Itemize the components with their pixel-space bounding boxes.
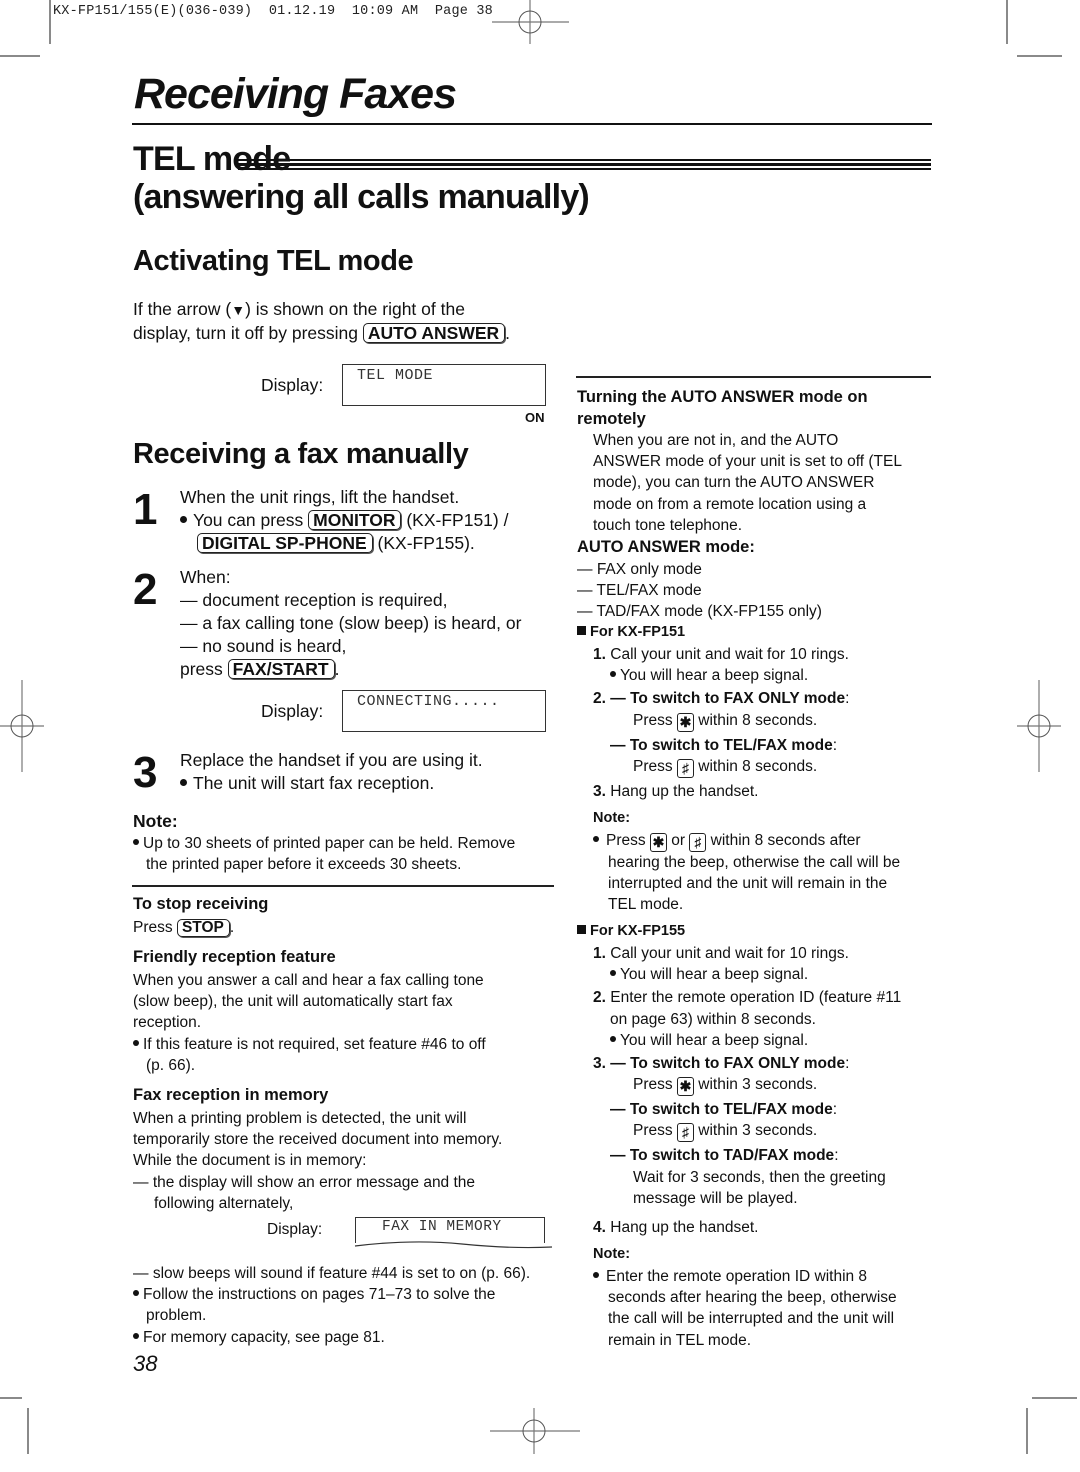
- fp151-steps: 1. Call your unit and wait for 10 rings.…: [593, 646, 850, 800]
- remote-intro: When you are not in, and the AUTO ANSWER…: [593, 432, 902, 534]
- friendly-text: When you answer a call and hear a fax ca…: [133, 972, 486, 1074]
- fax-start-key: FAX/START: [227, 659, 335, 679]
- stop-key: STOP: [176, 919, 230, 937]
- crop-mark: [1032, 1397, 1077, 1399]
- lcd-display: CONNECTING.....: [342, 690, 546, 732]
- remote-heading: Turning the AUTO ANSWER mode on remotely: [577, 388, 868, 428]
- step-number: 1: [133, 485, 158, 534]
- auto-answer-modes-heading: AUTO ANSWER mode:: [577, 538, 755, 556]
- column-divider: [132, 885, 554, 887]
- hash-key-icon: ♯: [689, 833, 707, 852]
- fp155-note: Enter the remote operation ID within 8 s…: [593, 1266, 897, 1351]
- memory-text: When a printing problem is detected, the…: [133, 1110, 503, 1212]
- list-item: — TEL/FAX mode: [577, 582, 702, 600]
- bullet-icon: [133, 1290, 139, 1297]
- section-subtitle: (answering all calls manually): [133, 178, 590, 216]
- registration-mark-icon: [1017, 680, 1061, 772]
- registration-mark-icon: [492, 0, 569, 44]
- memory-notes: — slow beeps will sound if feature #44 i…: [133, 1265, 531, 1346]
- activating-heading: Activating TEL mode: [133, 245, 414, 277]
- square-bullet-icon: [577, 925, 586, 934]
- display-label: Display:: [261, 701, 324, 721]
- step-1-text: When the unit rings, lift the handset. Y…: [180, 487, 509, 553]
- title-divider: [132, 123, 932, 125]
- star-key-icon: ✱: [649, 833, 667, 852]
- crop-mark: [0, 55, 40, 57]
- square-bullet-icon: [577, 626, 586, 635]
- bullet-icon: [610, 671, 616, 678]
- column-divider: [576, 376, 931, 378]
- memory-heading: Fax reception in memory: [133, 1086, 329, 1104]
- page-title: Receiving Faxes: [134, 70, 457, 118]
- registration-mark-icon: [0, 680, 44, 772]
- crop-mark: [27, 1408, 29, 1454]
- star-key-icon: ✱: [676, 712, 694, 732]
- list-item: — FAX only mode: [577, 561, 702, 578]
- note-text: Up to 30 sheets of printed paper can be …: [133, 833, 515, 875]
- friendly-heading: Friendly reception feature: [133, 948, 336, 966]
- crop-mark: [0, 1397, 22, 1399]
- down-arrow-icon: ▼: [231, 302, 246, 318]
- step-number: 2: [133, 565, 158, 614]
- fp155-heading: For KX-FP155: [577, 923, 685, 939]
- lcd-display: TEL MODE: [342, 364, 546, 406]
- registration-mark-icon: [490, 1408, 580, 1454]
- page-number: 38: [133, 1351, 158, 1376]
- print-slug: KX-FP151/155(E)(036-039) 01.12.19 10:09 …: [53, 4, 493, 19]
- note-label: Note:: [133, 811, 178, 831]
- step-number: 3: [133, 748, 158, 797]
- bullet-icon: [133, 839, 139, 845]
- receiving-heading: Receiving a fax manually: [133, 438, 469, 470]
- stop-receiving-heading: To stop receiving: [133, 895, 269, 913]
- bullet-icon: [180, 516, 187, 523]
- step-3-text: Replace the handset if you are using it.…: [180, 750, 483, 793]
- on-indicator-label: ON: [525, 410, 545, 425]
- auto-answer-key: AUTO ANSWER: [362, 323, 506, 343]
- crop-mark: [1017, 55, 1062, 57]
- auto-answer-modes-list: — FAX only mode — TEL/FAX mode — TAD/FAX…: [577, 559, 822, 623]
- step-2-text: When: — document reception is required, …: [180, 567, 522, 679]
- bullet-icon: [593, 836, 599, 842]
- note-label: Note:: [593, 810, 631, 826]
- crop-mark: [1006, 0, 1008, 44]
- bullet-icon: [133, 1039, 139, 1046]
- star-key-icon: ✱: [676, 1077, 694, 1097]
- bullet-icon: [133, 1332, 139, 1339]
- list-item: — TAD/FAX mode (KX-FP155 only): [577, 603, 822, 621]
- display-label: Display:: [261, 375, 324, 395]
- fp155-steps: 1. Call your unit and wait for 10 rings.…: [593, 945, 902, 1237]
- stop-receiving-text: Press STOP.: [133, 919, 235, 937]
- crop-mark: [1026, 1408, 1028, 1454]
- section-title-rule: [238, 159, 931, 173]
- display-label: Display:: [267, 1221, 323, 1238]
- fp151-note: Press ✱ or ♯ within 8 seconds after hear…: [593, 830, 900, 916]
- bullet-icon: [593, 1272, 599, 1278]
- hash-key-icon: ♯: [676, 758, 694, 778]
- lcd-torn-edge: [354, 1241, 553, 1249]
- bullet-icon: [180, 779, 187, 786]
- hash-key-icon: ♯: [676, 1123, 694, 1143]
- crop-mark: [49, 0, 51, 44]
- note-label: Note:: [593, 1246, 631, 1262]
- monitor-key: MONITOR: [308, 510, 402, 530]
- activating-text: If the arrow (▼) is shown on the right o…: [133, 299, 511, 343]
- digital-sp-phone-key: DIGITAL SP-PHONE: [197, 533, 373, 553]
- bullet-icon: [610, 1035, 616, 1042]
- bullet-icon: [610, 970, 616, 977]
- fp151-heading: For KX-FP151: [577, 624, 685, 640]
